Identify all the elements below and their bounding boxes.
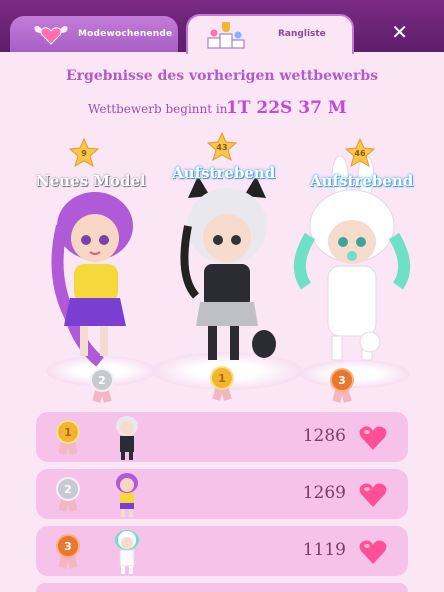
- close-button[interactable]: ✕: [391, 20, 408, 44]
- medal-rank-2: 2: [88, 368, 116, 404]
- medal-rank-1: 1: [208, 366, 236, 402]
- level-badge: 43: [206, 132, 238, 162]
- player-avatar-white-hair[interactable]: [168, 176, 286, 366]
- level-badge: 46: [344, 138, 376, 168]
- countdown-value: 1T 22S 37 M: [226, 98, 347, 118]
- ranking-row[interactable]: 2 1269: [36, 469, 408, 519]
- ranking-row[interactable]: 1 1286: [36, 412, 408, 462]
- results-title: Ergebnisse des vorherigen wettbewerbs: [66, 68, 378, 84]
- tab-modewochenende[interactable]: Modewochenende: [10, 16, 178, 52]
- tab-label: Rangliste: [278, 29, 326, 39]
- player-title: Neues Model: [36, 172, 146, 190]
- heart-icon: [359, 426, 387, 450]
- player-title: Aufstrebend: [310, 172, 414, 190]
- level-value: 9: [81, 148, 87, 158]
- medal-rank-3: 3: [54, 534, 82, 570]
- tab-rangliste[interactable]: Rangliste: [186, 14, 354, 54]
- medal-rank-1: 1: [54, 420, 82, 456]
- level-badge: 9: [68, 138, 100, 168]
- score-value: 1269: [302, 483, 346, 503]
- ranking-row[interactable]: 3 1119: [36, 526, 408, 576]
- tab-label: Modewochenende: [78, 29, 173, 39]
- heart-icon: [359, 540, 387, 564]
- medal-rank-2: 2: [54, 477, 82, 513]
- podium-trophy-icon: [207, 22, 245, 49]
- player-avatar-thumb: [116, 473, 138, 517]
- score-value: 1286: [302, 426, 346, 446]
- heart-wings-icon: [34, 26, 68, 45]
- score-value: 1119: [302, 540, 346, 560]
- ranking-row-partial[interactable]: [36, 583, 408, 592]
- player-avatar-thumb: [116, 416, 138, 460]
- countdown-label: Wettbewerb beginnt in: [88, 102, 228, 116]
- level-value: 43: [216, 142, 228, 152]
- level-value: 46: [354, 148, 366, 158]
- player-title: Aufstrebend: [172, 164, 276, 182]
- player-avatar-purple-hair[interactable]: [40, 186, 150, 370]
- heart-icon: [359, 483, 387, 507]
- medal-rank-3: 3: [328, 368, 356, 404]
- player-avatar-thumb: [115, 530, 139, 574]
